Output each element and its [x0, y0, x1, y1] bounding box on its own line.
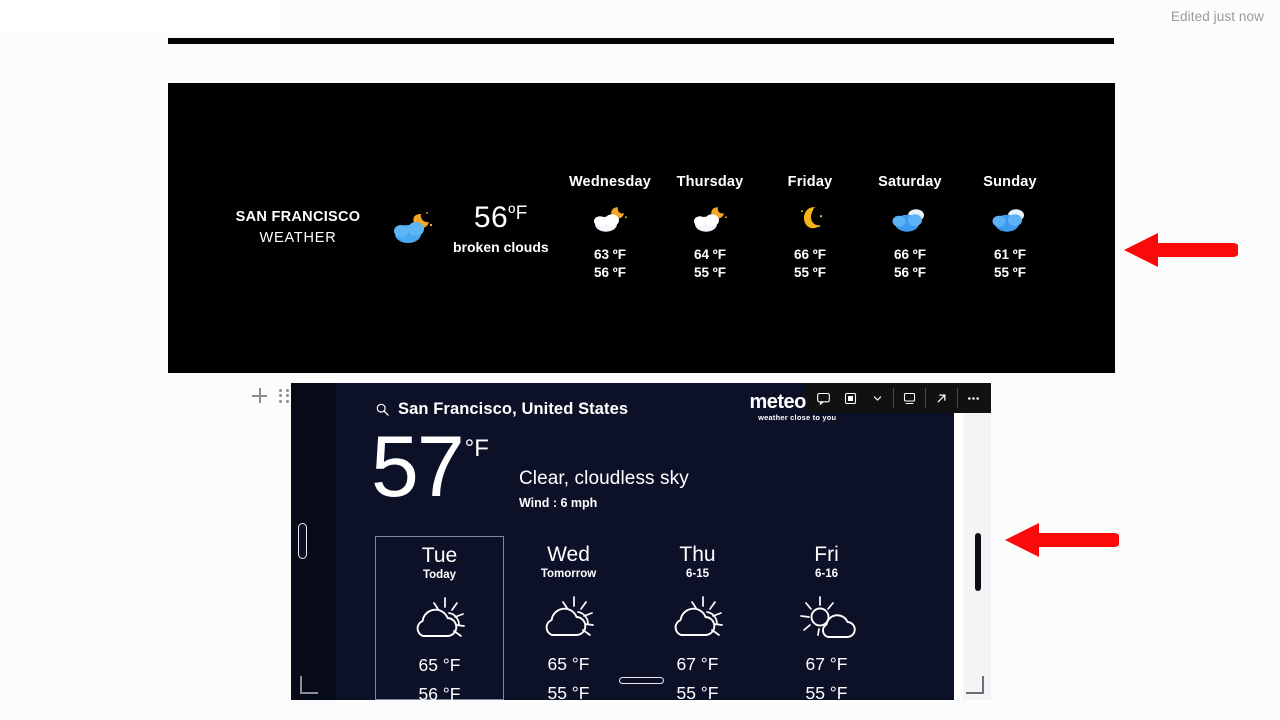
bottom-left-resize-handle[interactable]	[300, 676, 318, 694]
meteoblue-widget[interactable]: San Francisco, United States 57 °F Clear…	[291, 383, 991, 700]
widget-gap-strip	[954, 413, 963, 700]
forecast-low: 55 ºF	[794, 265, 826, 280]
annotation-arrow-widget1	[1124, 232, 1238, 268]
mb-day-sub: 6-15	[685, 568, 710, 581]
location-search[interactable]: San Francisco, United States	[376, 400, 628, 419]
mb-day-name: Fri	[814, 543, 839, 566]
meteoblue-forecast-day[interactable]: Wed Tomorrow 65 °F 55 °F	[504, 536, 633, 700]
location-name: San Francisco, United States	[398, 400, 629, 418]
mb-day-sub: Today	[422, 569, 456, 582]
cloud-moon-icon	[391, 208, 437, 248]
forecast-day-name: Sunday	[983, 174, 1037, 191]
open-external-icon[interactable]	[928, 384, 955, 412]
wind-text: Wind : 6 mph	[518, 496, 598, 510]
toolbar-separator	[925, 388, 926, 408]
page-canvas: Edited just now SAN FRANCISCO WEATHER 56…	[0, 0, 1280, 720]
mb-day-name: Tue	[421, 544, 458, 567]
forecast-day[interactable]: Thursday 64 ºF 55 ºF	[660, 174, 760, 282]
forecast-low: 56 ºF	[894, 265, 926, 280]
ellipsis-icon[interactable]	[960, 384, 987, 412]
top-white-bar	[0, 0, 281, 33]
meteoblue-forecast-day[interactable]: Fri 6-16 67 °F 55 °F	[762, 536, 891, 700]
forecast-high: 63 ºF	[594, 247, 626, 263]
browser-overlay-toolbar[interactable]	[806, 383, 991, 413]
mb-day-high: 65 °F	[547, 654, 590, 675]
cloud-moon-icon	[660, 202, 760, 236]
condition-text: Clear, cloudless sky	[518, 468, 689, 489]
forecast-day[interactable]: Sunday 61 ºF 55 ºF	[960, 174, 1060, 282]
drag-handle-icon[interactable]	[279, 388, 289, 403]
sun-behind-cloud-icon	[504, 590, 633, 648]
comment-icon[interactable]	[810, 384, 837, 412]
bottom-right-resize-handle[interactable]	[966, 676, 984, 694]
forecast-day-name: Saturday	[878, 174, 942, 191]
screenshot-icon[interactable]	[837, 384, 864, 412]
current-conditions-block: SAN FRANCISCO WEATHER 56ºF broken clouds	[223, 201, 549, 255]
horizontal-scrollbar-thumb[interactable]	[619, 677, 664, 684]
mb-day-low: 56 °F	[418, 683, 461, 700]
current-temp-unit: ºF	[508, 203, 528, 224]
sun-beside-cloud-icon	[762, 590, 891, 648]
condition-block: Clear, cloudless sky Wind : 6 mph	[519, 468, 689, 510]
current-temperature-block: 56ºF broken clouds	[453, 201, 549, 255]
sun-behind-cloud-icon	[376, 591, 503, 649]
mb-day-name: Thu	[679, 543, 716, 566]
forecast-day[interactable]: Saturday 66 ºF 56 ºF	[860, 174, 960, 282]
clouds-icon	[860, 202, 960, 236]
forecast-day[interactable]: Wednesday 63 ºF 56 ºF	[560, 174, 660, 282]
chevron-down-icon[interactable]	[864, 384, 891, 412]
toolbar-separator	[893, 388, 894, 408]
meteoblue-forecast-day[interactable]: Tue Today 65 °F 56 °F	[375, 536, 504, 700]
current-temperature: 56ºF	[453, 201, 549, 235]
meteoblue-forecast-day[interactable]: Thu 6-15 67 °F 55 °F	[633, 536, 762, 700]
mb-day-name: Wed	[547, 543, 590, 566]
clouds-icon	[960, 202, 1060, 236]
mb-day-high: 67 °F	[805, 654, 848, 675]
forecast-list: Wednesday 63 ºF 56 ºF Thursday 64 ºF 55 …	[560, 174, 1060, 282]
mb-day-high: 65 °F	[418, 655, 461, 676]
forecast-day-name: Wednesday	[568, 174, 652, 191]
mb-day-sub: 6-16	[814, 568, 839, 581]
city-title: SAN FRANCISCO WEATHER	[223, 207, 373, 249]
forecast-high: 64 ºF	[694, 247, 726, 263]
toolbar-separator	[957, 388, 958, 408]
forecast-high: 61 ºF	[994, 247, 1026, 263]
moon-icon	[760, 202, 860, 236]
left-resize-handle[interactable]	[298, 523, 307, 559]
horizontal-divider	[168, 38, 1114, 44]
meteoblue-forecast-list: Tue Today 65 °F 56 °F Wed Tomorrow 65 °F…	[375, 536, 891, 700]
forecast-low: 56 ºF	[594, 265, 626, 280]
forecast-day-name: Friday	[787, 174, 833, 191]
mb-day-high: 67 °F	[676, 654, 719, 675]
mb-day-low: 55 °F	[547, 682, 590, 700]
add-block-icon[interactable]	[252, 388, 267, 403]
big-temperature: 57 °F	[371, 419, 489, 515]
cloud-moon-icon	[560, 202, 660, 236]
edited-status-label: Edited just now	[1170, 9, 1264, 24]
mb-day-low: 55 °F	[805, 682, 848, 700]
forecast-high: 66 ºF	[894, 247, 926, 263]
city-subtitle: WEATHER	[259, 230, 337, 246]
forecast-low: 55 ºF	[694, 265, 726, 280]
current-description: broken clouds	[453, 239, 549, 255]
vertical-scrollbar-thumb[interactable]	[975, 533, 981, 591]
mb-day-sub: Tomorrow	[540, 568, 597, 581]
current-temp-value: 56	[473, 201, 509, 234]
display-icon[interactable]	[896, 384, 923, 412]
forecast-day[interactable]: Friday 66 ºF 55 ºF	[760, 174, 860, 282]
city-name: SAN FRANCISCO	[235, 208, 361, 225]
big-temp-unit: °F	[464, 435, 489, 462]
meteoblue-frame: San Francisco, United States 57 °F Clear…	[291, 383, 963, 700]
current-weather-main: 57 °F Clear, cloudless sky Wind : 6 mph	[371, 419, 689, 515]
sun-behind-cloud-icon	[633, 590, 762, 648]
forecast-day-name: Thursday	[676, 174, 744, 191]
magnifier-icon	[376, 403, 389, 416]
meteoblue-tagline: weather close to you	[758, 413, 837, 422]
big-temp-value: 57	[371, 419, 465, 515]
openweather-widget[interactable]: SAN FRANCISCO WEATHER 56ºF broken clouds	[168, 83, 1115, 373]
annotation-arrow-widget2	[1005, 522, 1119, 558]
forecast-high: 66 ºF	[794, 247, 826, 263]
forecast-low: 55 ºF	[994, 265, 1026, 280]
widget-controls[interactable]	[252, 388, 289, 403]
